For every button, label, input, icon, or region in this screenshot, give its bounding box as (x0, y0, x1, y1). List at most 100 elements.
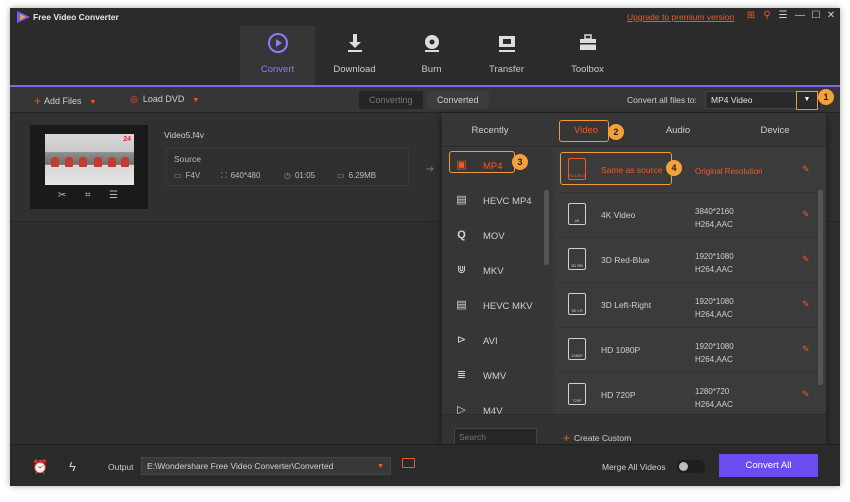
app-title: Free Video Converter (33, 12, 119, 22)
format-item-hevc-mp4[interactable]: ▤ HEVC MP4 (442, 183, 553, 218)
edit-icon[interactable]: ✎ (802, 209, 812, 219)
preset-resolution: 3840*2160 H264,AAC (695, 207, 734, 229)
toolbar: + Add Files ▼ ◎ Load DVD ▼ Converting Conver… (10, 87, 840, 113)
format-item-avi[interactable]: ⊳ AVI (442, 323, 553, 358)
callout-badge: 1 (818, 89, 834, 105)
thumbnail-watermark: 24 (123, 136, 131, 143)
crop-icon[interactable]: ⌗ (85, 190, 91, 201)
nav-transfer[interactable]: Transfer (469, 26, 544, 85)
1080p-file-icon: 1080P (568, 338, 586, 360)
hevc-mp4-icon: ▤ (456, 194, 467, 206)
edit-icon[interactable]: ✎ (802, 389, 812, 399)
edit-icon[interactable]: ✎ (802, 299, 812, 309)
maximize-icon[interactable]: ☐ (810, 9, 822, 23)
source-label: Source (174, 154, 201, 164)
key-icon[interactable]: ⚲ (761, 9, 773, 23)
format-item-wmv[interactable]: ≣ WMV (442, 358, 553, 393)
minimize-icon[interactable]: — (794, 9, 806, 23)
preset-hd-1080p[interactable]: 1080P HD 1080P 1920*1080 H264,AAC ✎ (559, 328, 817, 373)
trim-icon[interactable]: ✂ (58, 190, 66, 201)
format-item-hevc-mkv[interactable]: ▤ HEVC MKV (442, 288, 553, 323)
nav-burn[interactable]: Burn (394, 26, 469, 85)
tab-device[interactable]: Device (727, 125, 823, 136)
effects-icon[interactable]: ☰ (109, 190, 118, 201)
video-thumbnail[interactable]: 24 ✂ ⌗ ☰ (30, 125, 148, 209)
preset-list-scrollbar[interactable] (818, 190, 823, 385)
convert-all-button[interactable]: Convert All (719, 454, 818, 477)
clock-icon: ◷ (284, 171, 291, 180)
format-tabs: Recently Video Audio Device 2 (442, 113, 826, 147)
callout-badge: 4 (666, 160, 682, 176)
schedule-icon[interactable]: ⏰ (32, 459, 48, 475)
create-custom-button[interactable]: + Create Custom (563, 431, 631, 445)
preset-resolution: 1920*1080 H264,AAC (695, 297, 734, 319)
tab-converting[interactable]: Converting (359, 91, 423, 109)
high-speed-icon[interactable]: ϟ (69, 459, 76, 474)
preset-list: SOURCE Same as source Original Resolutio… (553, 148, 826, 414)
nav-label: Download (333, 64, 376, 75)
callout-badge: 2 (608, 124, 624, 140)
source-duration: ◷ 01:05 (284, 171, 316, 180)
load-dvd-button[interactable]: ◎ Load DVD ▼ (130, 94, 199, 105)
chevron-down-icon[interactable]: ▼ (90, 99, 97, 106)
format-item-mkv[interactable]: ⋓ MKV (442, 253, 553, 288)
title-bar: Free Video Converter Upgrade to premium … (10, 8, 840, 26)
close-icon[interactable]: ✕ (825, 9, 837, 23)
4k-file-icon: 4K (568, 203, 586, 225)
thumbnail-tools: ✂ ⌗ ☰ (30, 188, 148, 208)
transfer-icon (499, 36, 515, 52)
menu-icon[interactable]: ☰ (777, 9, 789, 23)
video-tab-highlight (559, 120, 609, 142)
plus-icon: + (563, 431, 571, 445)
output-path-field[interactable]: E:\Wondershare Free Video Converter\Conv… (141, 457, 391, 475)
download-icon (348, 34, 362, 52)
preset-resolution: 1920*1080 H264,AAC (695, 252, 734, 274)
resolution-icon: ⛶ (221, 171, 227, 180)
preset-3d-left-right[interactable]: 3D LR 3D Left-Right 1920*1080 H264,AAC ✎ (559, 283, 817, 328)
preset-resolution: 1280*720 H264,AAC (695, 387, 733, 409)
folder-icon: ▭ (337, 171, 345, 180)
chevron-down-icon[interactable]: ▼ (192, 97, 199, 104)
app-window: Free Video Converter Upgrade to premium … (10, 8, 840, 486)
chevron-down-icon[interactable]: ▼ (377, 463, 384, 470)
main-nav: Convert Download Burn Transfer Toolbox (10, 26, 840, 85)
edit-icon[interactable]: ✎ (802, 344, 812, 354)
tab-audio[interactable]: Audio (630, 125, 726, 136)
source-resolution: ⛶ 640*480 (221, 171, 261, 180)
3d-rb-file-icon: 3D RB (568, 248, 586, 270)
gift-icon[interactable]: ⊞ (745, 9, 757, 23)
file-name: Video5.f4v (164, 130, 205, 140)
app-logo-icon (17, 11, 30, 23)
upgrade-link[interactable]: Upgrade to premium version (627, 12, 734, 22)
callout-badge: 3 (512, 154, 528, 170)
m4v-icon: ▷ (457, 404, 466, 414)
nav-download[interactable]: Download (317, 26, 392, 85)
tab-recently[interactable]: Recently (442, 125, 538, 136)
open-folder-icon[interactable] (402, 458, 415, 468)
wmv-icon: ≣ (456, 369, 467, 381)
nav-label: Burn (421, 64, 442, 75)
edit-icon[interactable]: ✎ (802, 254, 812, 264)
nav-convert[interactable]: Convert (240, 26, 315, 85)
edit-icon[interactable]: ✎ (802, 164, 812, 174)
toolbox-icon (580, 34, 596, 50)
format-dropdown-button[interactable]: ▼ (796, 91, 818, 110)
format-item-m4v[interactable]: ▷ M4V (442, 393, 553, 414)
preset-4k-video[interactable]: 4K 4K Video 3840*2160 H264,AAC ✎ (559, 193, 817, 238)
merge-toggle[interactable] (677, 460, 705, 473)
output-label: Output (108, 462, 134, 472)
source-size: ▭ 6.29MB (337, 171, 377, 180)
preset-3d-red-blue[interactable]: 3D RB 3D Red-Blue 1920*1080 H264,AAC ✎ (559, 238, 817, 283)
format-panel: Recently Video Audio Device 2 ▣ MP4 ▤ HEVC… (442, 113, 826, 454)
tab-converted[interactable]: Converted (427, 91, 489, 109)
same-as-source-highlight (560, 152, 672, 185)
format-list-scrollbar[interactable] (544, 190, 549, 265)
preset-resolution: Original Resolution (695, 167, 763, 176)
convert-all-label: Convert all files to: (627, 95, 697, 105)
format-item-mov[interactable]: Q MOV (442, 218, 553, 253)
convert-icon (268, 33, 288, 53)
nav-toolbox[interactable]: Toolbox (550, 26, 625, 85)
preset-hd-720p[interactable]: 720P HD 720P 1280*720 H264,AAC ✎ (559, 373, 817, 414)
add-files-button[interactable]: + Add Files ▼ (34, 94, 96, 108)
file-icon: ▭ (174, 171, 182, 180)
